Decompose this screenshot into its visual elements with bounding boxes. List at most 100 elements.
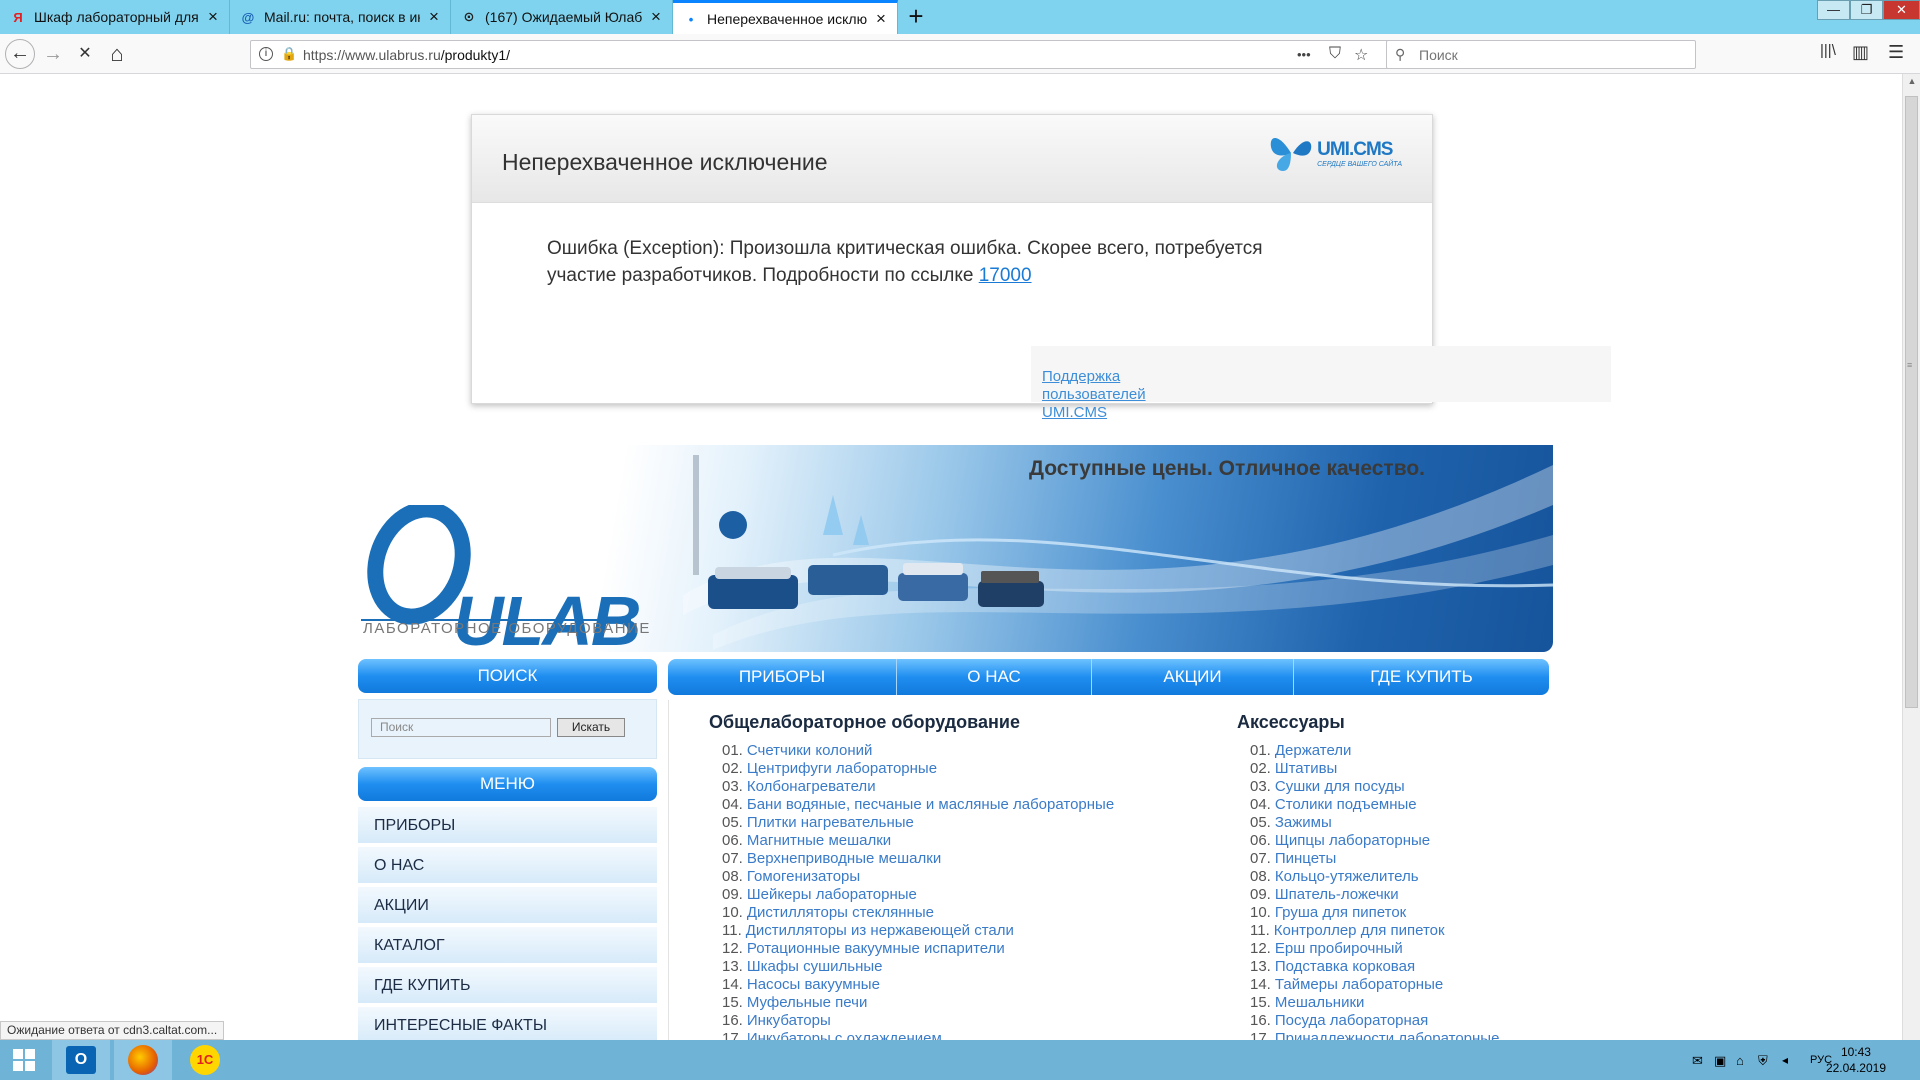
general-equipment-item[interactable]: 14. Насосы вакуумные: [722, 976, 1114, 994]
menu-item-katalog[interactable]: КАТАЛОГ: [358, 927, 657, 965]
item-link[interactable]: Муфельные печи: [747, 994, 867, 1011]
sidebar-icon[interactable]: ▥: [1852, 42, 1869, 63]
accessories-item[interactable]: 10. Груша для пипеток: [1250, 904, 1499, 922]
accessories-item[interactable]: 16. Посуда лабораторная: [1250, 1012, 1499, 1030]
tab-4-active[interactable]: • Неперехваченное исключени ×: [673, 0, 898, 35]
tab-1[interactable]: Я Шкаф лабораторный для хим ×: [0, 0, 230, 34]
hamburger-menu-icon[interactable]: ☰: [1888, 42, 1904, 63]
general-equipment-item[interactable]: 11. Дистилляторы из нержавеющей стали: [722, 922, 1114, 940]
item-link[interactable]: Таймеры лабораторные: [1275, 976, 1443, 993]
accessories-item[interactable]: 15. Мешальники: [1250, 994, 1499, 1012]
item-link[interactable]: Счетчики колоний: [747, 742, 873, 759]
lock-icon[interactable]: 🔒: [281, 46, 297, 62]
url-text[interactable]: https://www.ulabrus.ru/produkty1/: [303, 47, 510, 63]
close-tab-icon[interactable]: ×: [426, 7, 442, 27]
close-tab-icon[interactable]: ×: [648, 7, 664, 27]
item-link[interactable]: Ротационные вакуумные испарители: [747, 940, 1005, 957]
volume-tray-icon[interactable]: ◂: [1782, 1053, 1788, 1067]
general-equipment-item[interactable]: 05. Плитки нагревательные: [722, 814, 1114, 832]
page-actions-icon[interactable]: •••: [1297, 47, 1311, 62]
browser-search-box[interactable]: ⚲: [1386, 40, 1696, 69]
general-equipment-item[interactable]: 07. Верхнеприводные мешалки: [722, 850, 1114, 868]
general-equipment-item[interactable]: 03. Колбонагреватели: [722, 778, 1114, 796]
tab-2[interactable]: @ Mail.ru: почта, поиск в интер ×: [230, 0, 451, 34]
item-link[interactable]: Зажимы: [1275, 814, 1332, 831]
general-equipment-item[interactable]: 15. Муфельные печи: [722, 994, 1114, 1012]
pocket-icon[interactable]: ⛉: [1329, 45, 1341, 63]
general-equipment-item[interactable]: 06. Магнитные мешалки: [722, 832, 1114, 850]
accessories-item[interactable]: 12. Ерш пробирочный: [1250, 940, 1499, 958]
item-link[interactable]: Колбонагреватели: [747, 778, 876, 795]
taskbar-firefox[interactable]: [114, 1040, 172, 1080]
accessories-item[interactable]: 08. Кольцо-утяжелитель: [1250, 868, 1499, 886]
restore-button[interactable]: ❐: [1850, 0, 1883, 20]
close-tab-icon[interactable]: ×: [873, 9, 889, 29]
menu-item-aktsii[interactable]: АКЦИИ: [358, 887, 657, 925]
item-link[interactable]: Шпатель-ложечки: [1275, 886, 1399, 903]
accessories-item[interactable]: 05. Зажимы: [1250, 814, 1499, 832]
item-link[interactable]: Плитки нагревательные: [747, 814, 914, 831]
general-equipment-item[interactable]: 12. Ротационные вакуумные испарители: [722, 940, 1114, 958]
general-equipment-item[interactable]: 17. Инкубаторы с охлаждением: [722, 1030, 1114, 1040]
error-details-link[interactable]: 17000: [979, 265, 1032, 286]
accessories-item[interactable]: 02. Штативы: [1250, 760, 1499, 778]
item-link[interactable]: Держатели: [1275, 742, 1352, 759]
general-equipment-item[interactable]: 10. Дистилляторы стеклянные: [722, 904, 1114, 922]
accessories-item[interactable]: 03. Сушки для посуды: [1250, 778, 1499, 796]
home-button[interactable]: ⌂: [102, 40, 132, 68]
item-link[interactable]: Магнитные мешалки: [747, 832, 891, 849]
topnav-pribory[interactable]: ПРИБОРЫ: [668, 659, 897, 695]
item-link[interactable]: Груша для пипеток: [1275, 904, 1406, 921]
network-tray-icon[interactable]: ⌂: [1736, 1053, 1744, 1068]
accessories-item[interactable]: 13. Подставка корковая: [1250, 958, 1499, 976]
tab-3[interactable]: ⊙ (167) Ожидаемый Юлаб ×: [451, 0, 673, 34]
accessories-item[interactable]: 01. Держатели: [1250, 742, 1499, 760]
general-equipment-item[interactable]: 13. Шкафы сушильные: [722, 958, 1114, 976]
menu-item-o-nas[interactable]: О НАС: [358, 847, 657, 885]
topnav-o-nas[interactable]: О НАС: [897, 659, 1092, 695]
back-button[interactable]: ←: [5, 39, 35, 69]
item-link[interactable]: Кольцо-утяжелитель: [1275, 868, 1419, 885]
start-button[interactable]: [0, 1040, 48, 1080]
browser-search-input[interactable]: [1417, 46, 1677, 64]
general-equipment-item[interactable]: 16. Инкубаторы: [722, 1012, 1114, 1030]
item-link[interactable]: Сушки для посуды: [1275, 778, 1405, 795]
item-link[interactable]: Столики подъемные: [1275, 796, 1417, 813]
minimize-button[interactable]: —: [1817, 0, 1850, 20]
address-bar[interactable]: i 🔒 https://www.ulabrus.ru/produkty1/ ••…: [250, 40, 1408, 69]
accessories-item[interactable]: 11. Контроллер для пипеток: [1250, 922, 1499, 940]
general-equipment-item[interactable]: 08. Гомогенизаторы: [722, 868, 1114, 886]
stop-button[interactable]: ✕: [70, 40, 100, 68]
umi-support-link[interactable]: Поддержка пользователей UMI.CMS: [1042, 368, 1162, 422]
item-link[interactable]: Шкафы сушильные: [747, 958, 883, 975]
item-link[interactable]: Верхнеприводные мешалки: [747, 850, 941, 867]
item-link[interactable]: Посуда лабораторная: [1275, 1012, 1428, 1029]
accessories-item[interactable]: 17. Принадлежности лабораторные: [1250, 1030, 1499, 1040]
menu-item-pribory[interactable]: ПРИБОРЫ: [358, 807, 657, 845]
item-link[interactable]: Пинцеты: [1275, 850, 1336, 867]
taskbar-outlook[interactable]: O: [52, 1040, 110, 1080]
item-link[interactable]: Центрифуги лабораторные: [747, 760, 937, 777]
accessories-item[interactable]: 06. Щипцы лабораторные: [1250, 832, 1499, 850]
accessories-item[interactable]: 14. Таймеры лабораторные: [1250, 976, 1499, 994]
item-link[interactable]: Бани водяные, песчаные и масляные лабора…: [747, 796, 1114, 813]
item-link[interactable]: Насосы вакуумные: [747, 976, 880, 993]
item-link[interactable]: Штативы: [1275, 760, 1337, 777]
clock[interactable]: 10:43 22.04.2019: [1826, 1044, 1886, 1076]
page-scrollbar[interactable]: ▲ ≡: [1902, 74, 1920, 1040]
menu-item-gde-kupit[interactable]: ГДЕ КУПИТЬ: [358, 967, 657, 1005]
taskbar-1c[interactable]: 1С: [176, 1040, 234, 1080]
accessories-item[interactable]: 04. Столики подъемные: [1250, 796, 1499, 814]
scroll-thumb[interactable]: [1905, 96, 1918, 708]
new-tab-button[interactable]: +: [902, 3, 930, 31]
site-search-button[interactable]: Искать: [557, 718, 625, 737]
item-link[interactable]: Гомогенизаторы: [747, 868, 860, 885]
item-link[interactable]: Подставка корковая: [1275, 958, 1415, 975]
topnav-gde-kupit[interactable]: ГДЕ КУПИТЬ: [1294, 659, 1549, 695]
close-tab-icon[interactable]: ×: [205, 7, 221, 27]
info-icon[interactable]: i: [259, 47, 273, 61]
outlook-tray-icon[interactable]: ▣: [1714, 1053, 1726, 1069]
item-link[interactable]: Контроллер для пипеток: [1274, 922, 1445, 939]
general-equipment-item[interactable]: 09. Шейкеры лабораторные: [722, 886, 1114, 904]
site-search-input[interactable]: Поиск: [371, 718, 551, 737]
